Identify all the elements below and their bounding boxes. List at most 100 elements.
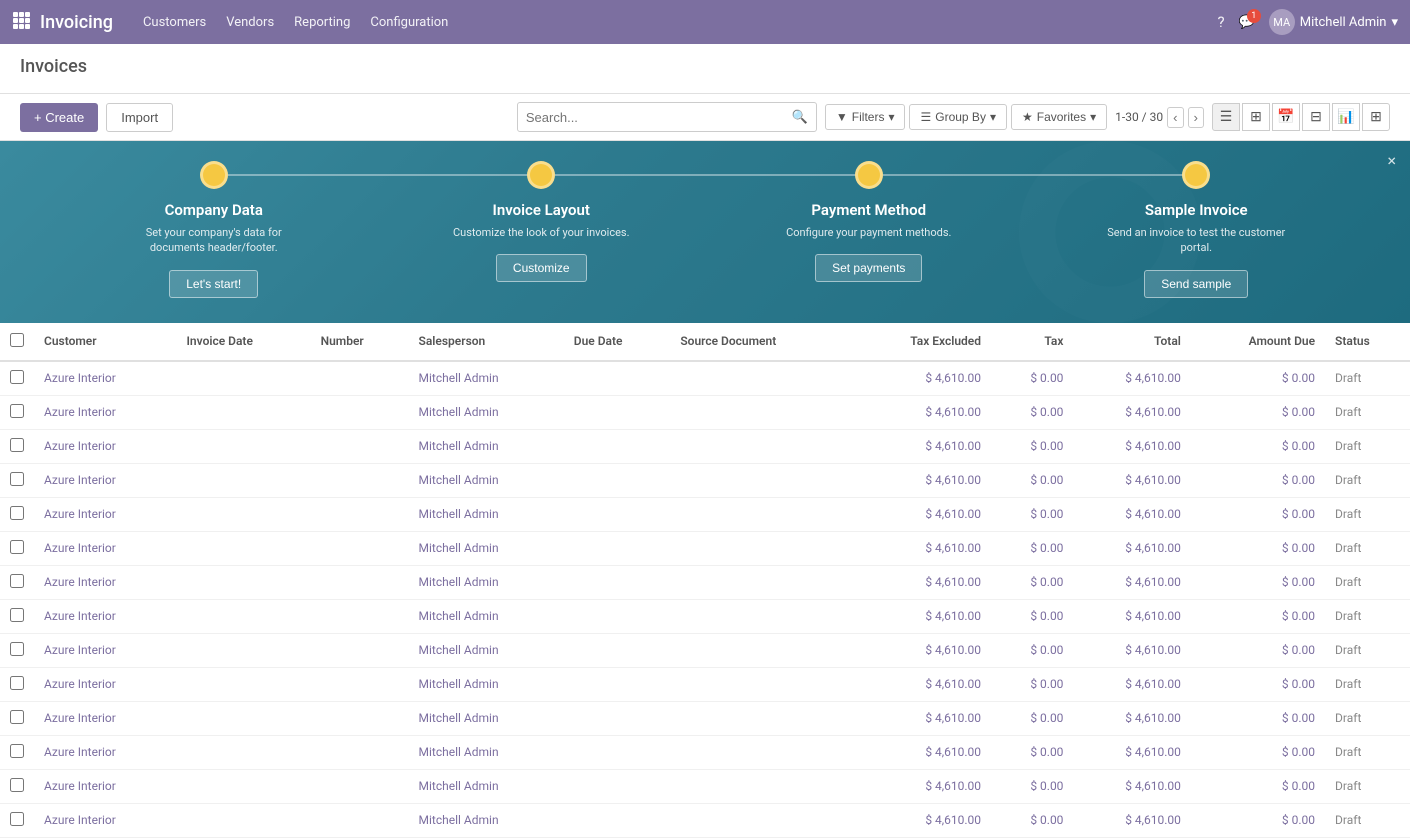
pagination-next[interactable]: › [1188,107,1204,128]
row-customer[interactable]: Azure Interior [34,497,176,531]
row-checkbox-cell[interactable] [0,395,34,429]
row-salesperson[interactable]: Mitchell Admin [409,395,564,429]
row-salesperson[interactable]: Mitchell Admin [409,361,564,396]
row-customer[interactable]: Azure Interior [34,667,176,701]
row-checkbox-7[interactable] [10,608,24,622]
row-checkbox-6[interactable] [10,574,24,588]
row-customer[interactable]: Azure Interior [34,361,176,396]
row-customer[interactable]: Azure Interior [34,633,176,667]
row-salesperson[interactable]: Mitchell Admin [409,531,564,565]
search-icon[interactable]: 🔍 [792,110,808,125]
th-number[interactable]: Number [311,323,409,361]
favorites-button[interactable]: ★ Favorites ▾ [1011,104,1107,130]
nav-customers[interactable]: Customers [143,15,206,30]
nav-vendors[interactable]: Vendors [226,15,274,30]
row-source-doc [670,599,850,633]
row-customer[interactable]: Azure Interior [34,599,176,633]
user-menu[interactable]: MA Mitchell Admin ▾ [1269,9,1398,35]
search-input[interactable] [526,110,792,125]
row-customer[interactable]: Azure Interior [34,463,176,497]
row-checkbox-cell[interactable] [0,667,34,701]
view-pivot-icon[interactable]: ⊟ [1302,103,1330,131]
row-checkbox-9[interactable] [10,676,24,690]
th-invoice-date[interactable]: Invoice Date [176,323,310,361]
row-salesperson[interactable]: Mitchell Admin [409,769,564,803]
filters-button[interactable]: ▼ Filters ▾ [825,104,906,130]
row-salesperson[interactable]: Mitchell Admin [409,701,564,735]
row-checkbox-cell[interactable] [0,599,34,633]
row-checkbox-cell[interactable] [0,463,34,497]
row-salesperson[interactable]: Mitchell Admin [409,735,564,769]
help-icon[interactable]: ? [1217,13,1224,31]
step-btn-1[interactable]: Let's start! [169,270,258,298]
row-checkbox-cell[interactable] [0,769,34,803]
pagination-prev[interactable]: ‹ [1167,107,1183,128]
row-salesperson[interactable]: Mitchell Admin [409,497,564,531]
row-checkbox-11[interactable] [10,744,24,758]
th-salesperson[interactable]: Salesperson [409,323,564,361]
row-checkbox-13[interactable] [10,812,24,826]
row-checkbox-cell[interactable] [0,497,34,531]
row-customer[interactable]: Azure Interior [34,531,176,565]
th-due-date[interactable]: Due Date [564,323,671,361]
row-checkbox-cell[interactable] [0,531,34,565]
row-checkbox-1[interactable] [10,404,24,418]
step-btn-3[interactable]: Set payments [815,254,922,282]
nav-configuration[interactable]: Configuration [370,15,448,30]
row-checkbox-0[interactable] [10,370,24,384]
view-list-icon[interactable]: ☰ [1212,103,1240,131]
th-select-all[interactable] [0,323,34,361]
view-kanban-icon[interactable]: ⊞ [1242,103,1270,131]
row-checkbox-cell[interactable] [0,701,34,735]
row-checkbox-5[interactable] [10,540,24,554]
select-all-checkbox[interactable] [10,333,24,347]
row-salesperson[interactable]: Mitchell Admin [409,429,564,463]
row-salesperson[interactable]: Mitchell Admin [409,633,564,667]
view-calendar-icon[interactable]: 📅 [1272,103,1300,131]
row-salesperson[interactable]: Mitchell Admin [409,565,564,599]
row-checkbox-cell[interactable] [0,633,34,667]
row-customer[interactable]: Azure Interior [34,429,176,463]
th-customer[interactable]: Customer [34,323,176,361]
row-checkbox-12[interactable] [10,778,24,792]
row-salesperson[interactable]: Mitchell Admin [409,667,564,701]
th-tax[interactable]: Tax [991,323,1073,361]
row-customer[interactable]: Azure Interior [34,803,176,837]
create-button[interactable]: + Create [20,103,98,132]
row-salesperson[interactable]: Mitchell Admin [409,463,564,497]
chat-icon[interactable]: 💬 1 [1239,15,1255,30]
th-total[interactable]: Total [1073,323,1190,361]
row-checkbox-10[interactable] [10,710,24,724]
row-checkbox-cell[interactable] [0,361,34,396]
nav-reporting[interactable]: Reporting [294,15,350,30]
row-customer[interactable]: Azure Interior [34,735,176,769]
row-checkbox-cell[interactable] [0,803,34,837]
th-tax-excluded[interactable]: Tax Excluded [850,323,991,361]
grid-icon[interactable] [12,11,30,33]
row-checkbox-cell[interactable] [0,429,34,463]
banner-close-icon[interactable]: × [1387,151,1396,170]
app-brand[interactable]: Invoicing [40,12,113,33]
row-checkbox-3[interactable] [10,472,24,486]
th-amount-due[interactable]: Amount Due [1191,323,1325,361]
row-checkbox-cell[interactable] [0,735,34,769]
row-customer[interactable]: Azure Interior [34,565,176,599]
table-row: Azure Interior Mitchell Admin $ 4,610.00… [0,769,1410,803]
row-customer[interactable]: Azure Interior [34,395,176,429]
th-source-doc[interactable]: Source Document [670,323,850,361]
th-status[interactable]: Status [1325,323,1410,361]
group-by-button[interactable]: ☰ Group By ▾ [909,104,1007,130]
import-button[interactable]: Import [106,103,173,132]
step-btn-4[interactable]: Send sample [1144,270,1248,298]
row-checkbox-2[interactable] [10,438,24,452]
row-customer[interactable]: Azure Interior [34,769,176,803]
row-salesperson[interactable]: Mitchell Admin [409,599,564,633]
row-checkbox-4[interactable] [10,506,24,520]
row-salesperson[interactable]: Mitchell Admin [409,803,564,837]
row-checkbox-cell[interactable] [0,565,34,599]
row-checkbox-8[interactable] [10,642,24,656]
row-customer[interactable]: Azure Interior [34,701,176,735]
view-chart-icon[interactable]: 📊 [1332,103,1360,131]
step-btn-2[interactable]: Customize [496,254,587,282]
view-grid-icon[interactable]: ⊞ [1362,103,1390,131]
